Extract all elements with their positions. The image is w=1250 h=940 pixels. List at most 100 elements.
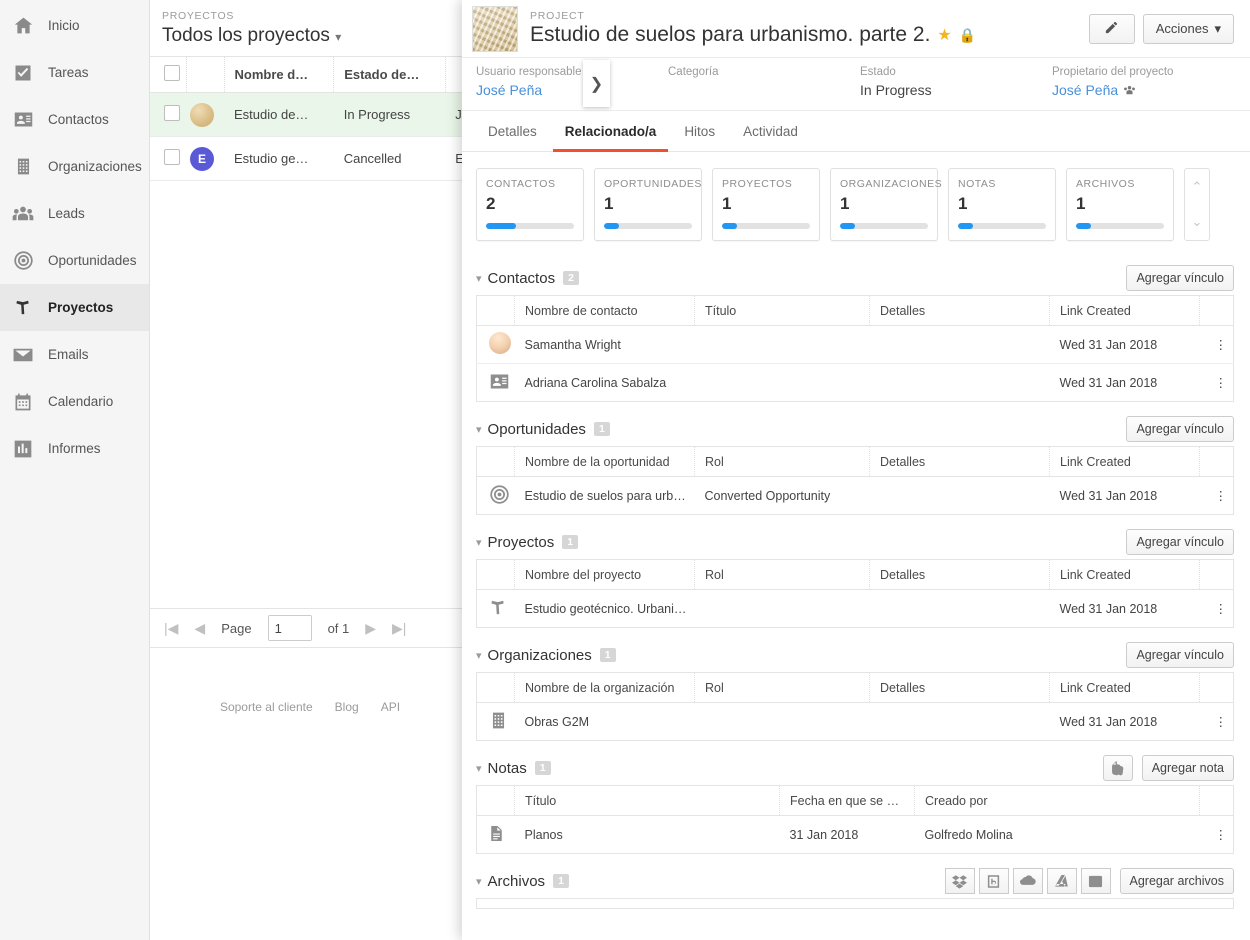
- row-menu-button[interactable]: ⋮: [1199, 589, 1234, 628]
- chevron-down-icon[interactable]: ▾: [476, 536, 482, 549]
- sidebar-item-leads[interactable]: Leads: [0, 190, 149, 237]
- column-header[interactable]: Título: [694, 295, 870, 326]
- table-row[interactable]: Estudio de suelos para urb… Converted Opp…: [476, 476, 1234, 515]
- row-primary-link[interactable]: Samantha Wright: [514, 325, 695, 364]
- edit-button[interactable]: [1088, 13, 1135, 44]
- box-icon-button[interactable]: [978, 868, 1009, 894]
- row-menu-button[interactable]: ⋮: [1199, 815, 1234, 854]
- lock-icon[interactable]: 🔒: [959, 27, 976, 44]
- tab-detalles[interactable]: Detalles: [476, 124, 549, 152]
- sidebar-item-oportunidades[interactable]: Oportunidades: [0, 237, 149, 284]
- list-view-selector[interactable]: Todos los proyectos ▾: [162, 25, 470, 47]
- sidebar-item-tareas[interactable]: Tareas: [0, 49, 149, 96]
- star-icon[interactable]: ★: [937, 25, 951, 45]
- row-menu-button[interactable]: ⋮: [1199, 363, 1234, 402]
- row-menu-button[interactable]: ⋮: [1199, 702, 1234, 741]
- summary-card-organizaciones[interactable]: ORGANIZACIONES 1: [830, 168, 942, 241]
- row-checkbox-cell[interactable]: [150, 136, 186, 181]
- table-row[interactable]: Samantha Wright Wed 31 Jan 2018 ⋮: [476, 325, 1234, 364]
- row-menu-button[interactable]: ⋮: [1199, 325, 1234, 364]
- last-page-button[interactable]: ▶|: [392, 620, 406, 637]
- column-header[interactable]: Nombre de la organización: [514, 672, 695, 703]
- section-action-button[interactable]: Agregar vínculo: [1126, 265, 1234, 291]
- footer-link-support[interactable]: Soporte al cliente: [220, 700, 313, 714]
- summary-card-notas[interactable]: NOTAS 1: [948, 168, 1056, 241]
- table-row[interactable]: Estudio de… In Progress J: [150, 92, 470, 137]
- summary-card-contactos[interactable]: CONTACTOS 2: [476, 168, 584, 241]
- section-action-button[interactable]: Agregar vínculo: [1126, 416, 1234, 442]
- column-header[interactable]: Link Created: [1049, 559, 1200, 590]
- footer-link-api[interactable]: API: [381, 700, 400, 714]
- chevron-down-icon[interactable]: ▾: [476, 762, 482, 775]
- column-header[interactable]: Nombre de la oportunidad: [514, 446, 695, 477]
- tab-relacionadoa[interactable]: Relacionado/a: [552, 124, 669, 152]
- googledrive-icon-button[interactable]: [1046, 868, 1077, 894]
- column-header[interactable]: Link Created: [1049, 446, 1200, 477]
- chevron-down-icon[interactable]: ▾: [476, 875, 482, 888]
- row-checkbox[interactable]: [164, 149, 180, 165]
- section-action-button[interactable]: Agregar vínculo: [1126, 642, 1234, 668]
- column-header[interactable]: Detalles: [869, 559, 1050, 590]
- actions-button[interactable]: Acciones ▾: [1142, 13, 1234, 44]
- sidebar-item-inicio[interactable]: Inicio: [0, 2, 149, 49]
- column-header-status[interactable]: Estado de…: [333, 56, 446, 93]
- column-header[interactable]: Rol: [694, 446, 870, 477]
- row-project-name[interactable]: Estudio de…: [224, 92, 334, 137]
- select-all-header[interactable]: [150, 56, 187, 93]
- cards-scroll-control[interactable]: ⌃ ⌄: [1184, 168, 1210, 241]
- meta-value[interactable]: José Peña: [476, 82, 668, 98]
- section-action-button[interactable]: Agregar vínculo: [1126, 529, 1234, 555]
- row-project-name[interactable]: Estudio ge…: [224, 136, 334, 181]
- pandadoc-icon-button[interactable]: [1080, 868, 1111, 894]
- select-all-checkbox[interactable]: [164, 65, 180, 81]
- column-header[interactable]: Fecha en que se …: [779, 785, 915, 816]
- section-action-button[interactable]: Agregar nota: [1141, 755, 1234, 781]
- sidebar-item-emails[interactable]: Emails: [0, 331, 149, 378]
- row-menu-button[interactable]: ⋮: [1199, 476, 1234, 515]
- chevron-down-icon[interactable]: ▾: [476, 423, 482, 436]
- table-row[interactable]: Planos 31 Jan 2018 Golfredo Molina ⋮: [476, 815, 1234, 854]
- summary-card-oportunidades[interactable]: OPORTUNIDADES 1: [594, 168, 702, 241]
- column-header[interactable]: Creado por: [914, 785, 1200, 816]
- column-header[interactable]: Detalles: [869, 672, 1050, 703]
- row-primary-link[interactable]: Obras G2M: [514, 702, 695, 741]
- tab-hitos[interactable]: Hitos: [672, 124, 727, 152]
- summary-card-proyectos[interactable]: PROYECTOS 1: [712, 168, 820, 241]
- sidebar-item-informes[interactable]: Informes: [0, 425, 149, 472]
- column-header-name[interactable]: Nombre d…: [224, 56, 335, 93]
- row-checkbox[interactable]: [164, 105, 180, 121]
- row-primary-link[interactable]: Estudio geotécnico. Urbani…: [514, 589, 695, 628]
- first-page-button[interactable]: |◀: [164, 620, 178, 637]
- scroll-up-icon[interactable]: ⌃: [1192, 179, 1203, 195]
- section-action-button[interactable]: Agregar archivos: [1119, 868, 1234, 894]
- chevron-down-icon[interactable]: ▾: [476, 272, 482, 285]
- next-page-button[interactable]: ▶: [365, 620, 376, 637]
- table-row[interactable]: Obras G2M Wed 31 Jan 2018 ⋮: [476, 702, 1234, 741]
- sidebar-item-calendario[interactable]: Calendario: [0, 378, 149, 425]
- column-header[interactable]: Título: [514, 785, 780, 816]
- row-created-by[interactable]: Golfredo Molina: [914, 815, 1200, 854]
- table-row[interactable]: Estudio geotécnico. Urbani… Wed 31 Jan 20…: [476, 589, 1234, 628]
- row-primary-link[interactable]: Planos: [514, 815, 780, 854]
- column-header[interactable]: Detalles: [869, 446, 1050, 477]
- column-header[interactable]: Link Created: [1049, 672, 1200, 703]
- footer-link-blog[interactable]: Blog: [335, 700, 359, 714]
- column-header[interactable]: Detalles: [869, 295, 1050, 326]
- meta-value[interactable]: José Peña: [1052, 82, 1244, 98]
- evernote-icon-button[interactable]: [1102, 755, 1133, 781]
- onedrive-icon-button[interactable]: [1012, 868, 1043, 894]
- tab-actividad[interactable]: Actividad: [731, 124, 810, 152]
- column-header[interactable]: Nombre de contacto: [514, 295, 695, 326]
- page-number-input[interactable]: [267, 615, 312, 641]
- row-primary-link[interactable]: Estudio de suelos para urb…: [514, 476, 695, 515]
- row-primary-link[interactable]: Adriana Carolina Sabalza: [514, 363, 695, 402]
- chevron-down-icon[interactable]: ▾: [476, 649, 482, 662]
- column-header[interactable]: Rol: [694, 672, 870, 703]
- scroll-down-icon[interactable]: ⌄: [1192, 214, 1203, 230]
- sidebar-item-organizaciones[interactable]: Organizaciones: [0, 143, 149, 190]
- table-row[interactable]: E Estudio ge… Cancelled E: [150, 136, 470, 181]
- summary-card-archivos[interactable]: ARCHIVOS 1: [1066, 168, 1174, 241]
- sidebar-item-contactos[interactable]: Contactos: [0, 96, 149, 143]
- expand-columns-button[interactable]: ❯: [583, 60, 610, 107]
- row-checkbox-cell[interactable]: [150, 92, 186, 137]
